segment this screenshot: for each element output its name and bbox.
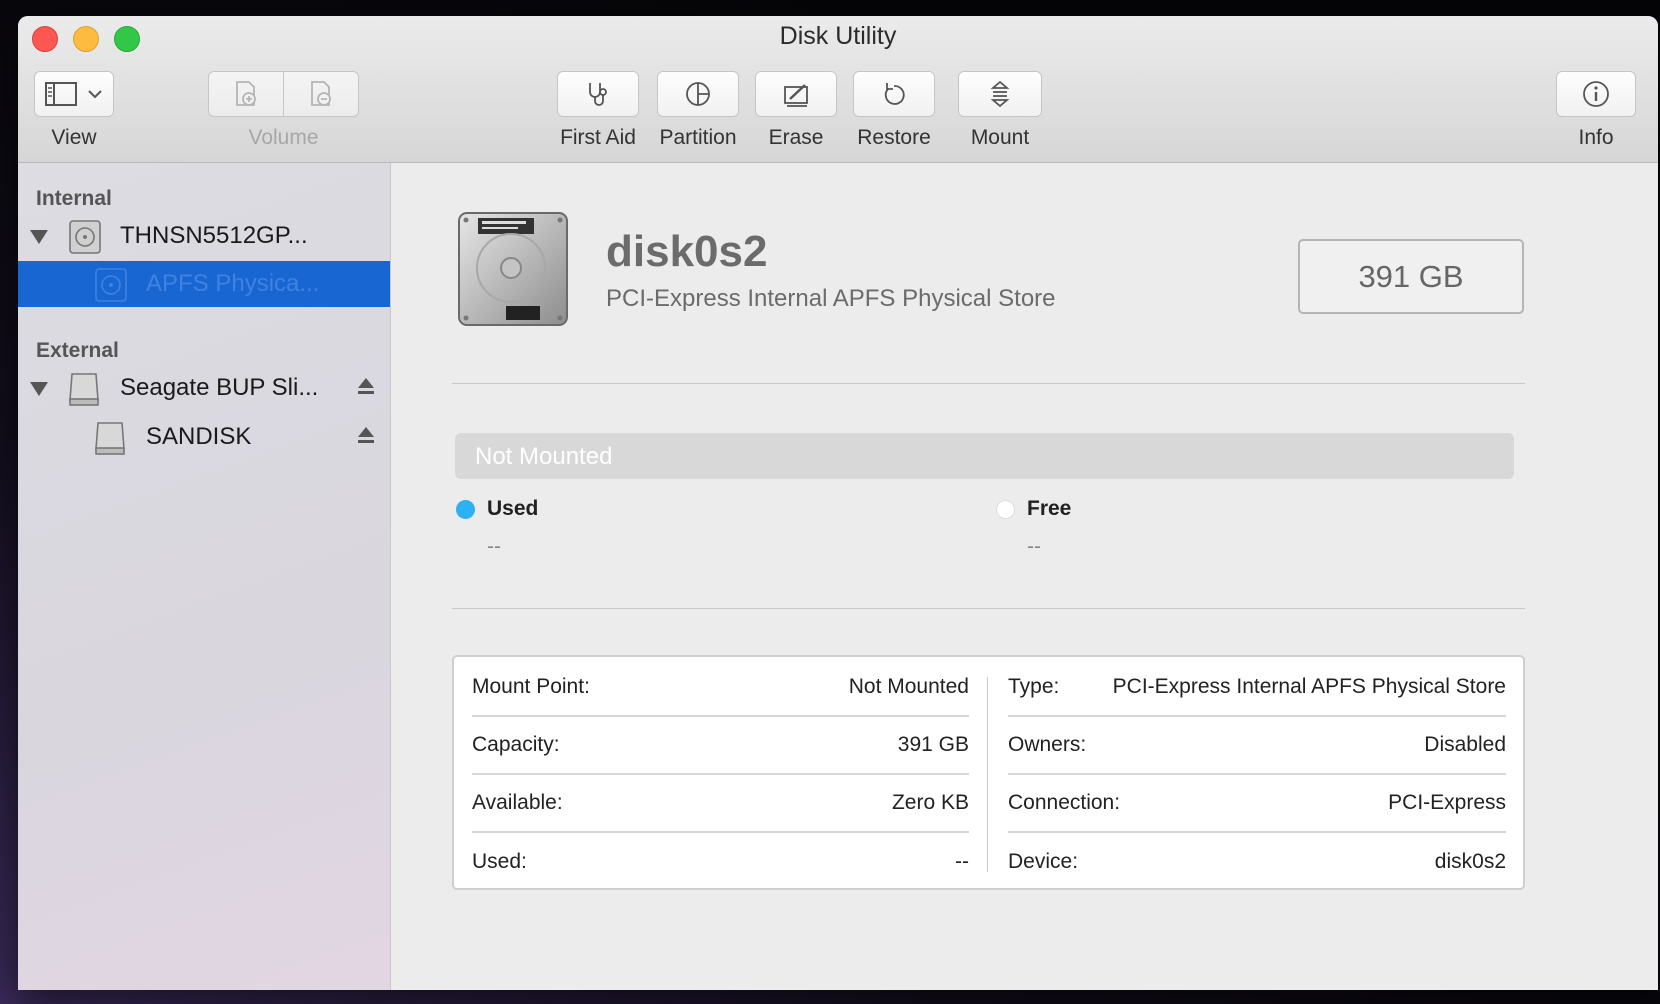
info-value: 391 GB bbox=[897, 733, 969, 756]
sidebar-item-apfs-store[interactable]: APFS Physica... bbox=[18, 261, 390, 307]
info-value: Zero KB bbox=[891, 791, 969, 814]
eraser-pencil-icon bbox=[784, 84, 808, 107]
window-title: Disk Utility bbox=[779, 22, 897, 50]
sidebar-item-seagate[interactable]: Seagate BUP Sli... bbox=[18, 365, 390, 411]
detail-pane: disk0s2 PCI-Express Internal APFS Physic… bbox=[392, 163, 1658, 990]
sidebar-toggle-icon bbox=[45, 82, 77, 106]
sidebar-item-label: SANDISK bbox=[146, 423, 252, 450]
sidebar-item-label: Seagate BUP Sli... bbox=[120, 374, 319, 401]
restore-button[interactable] bbox=[853, 71, 935, 117]
add-volume-button[interactable] bbox=[208, 71, 284, 117]
info-column-right: Type: PCI-Express Internal APFS Physical… bbox=[1008, 657, 1506, 888]
disk-description: PCI-Express Internal APFS Physical Store bbox=[606, 285, 1056, 312]
internal-hdd-icon bbox=[95, 268, 127, 302]
pie-partition-icon bbox=[686, 82, 710, 106]
disk-utility-window: Disk Utility View Volume First Aid Parti… bbox=[18, 16, 1658, 990]
eject-icon[interactable] bbox=[356, 425, 376, 445]
info-value: PCI-Express Internal APFS Physical Store bbox=[1112, 675, 1506, 698]
toolbar: Disk Utility View Volume First Aid Parti… bbox=[18, 16, 1658, 163]
external-section-header: External bbox=[36, 339, 119, 362]
info-row: Capacity: 391 GB bbox=[472, 717, 969, 775]
info-row: Device: disk0s2 bbox=[1008, 833, 1506, 891]
free-legend-label: Free bbox=[1027, 497, 1072, 520]
view-button[interactable] bbox=[34, 71, 114, 117]
add-volume-icon bbox=[236, 81, 256, 106]
used-legend-swatch bbox=[456, 500, 475, 519]
disclosure-triangle[interactable] bbox=[30, 230, 48, 244]
sidebar-item-label: APFS Physica... bbox=[146, 270, 320, 297]
external-disk-icon bbox=[95, 422, 125, 455]
mount-icon bbox=[990, 80, 1010, 108]
view-label: View bbox=[51, 126, 97, 149]
sidebar: Internal THNSN5512GP... APFS Physica... … bbox=[18, 163, 391, 990]
info-value: disk0s2 bbox=[1434, 850, 1506, 873]
usage-bar: Not Mounted bbox=[455, 433, 1514, 479]
info-row: Available: Zero KB bbox=[472, 775, 969, 833]
info-column-left: Mount Point: Not Mounted Capacity: 391 G… bbox=[472, 657, 969, 888]
used-legend-value: -- bbox=[487, 535, 501, 558]
hard-drive-icon bbox=[458, 212, 568, 326]
disk-name: disk0s2 bbox=[606, 227, 768, 276]
internal-section-header: Internal bbox=[36, 187, 112, 210]
info-label: Owners: bbox=[1008, 733, 1087, 756]
info-label: Type: bbox=[1008, 675, 1060, 698]
sidebar-item-internal-disk[interactable]: THNSN5512GP... bbox=[18, 213, 390, 259]
sidebar-item-sandisk[interactable]: SANDISK bbox=[18, 414, 390, 460]
remove-volume-icon bbox=[311, 81, 331, 106]
partition-button[interactable] bbox=[657, 71, 739, 117]
info-value: PCI-Express bbox=[1388, 791, 1506, 814]
info-label: Connection: bbox=[1008, 791, 1121, 814]
internal-hdd-icon bbox=[69, 220, 101, 254]
info-row: Type: PCI-Express Internal APFS Physical… bbox=[1008, 659, 1506, 717]
disclosure-triangle[interactable] bbox=[30, 382, 48, 396]
disk-size-badge: 391 GB bbox=[1298, 239, 1524, 314]
info-row: Connection: PCI-Express bbox=[1008, 775, 1506, 833]
mount-label: Mount bbox=[970, 126, 1030, 149]
first-aid-button[interactable] bbox=[557, 71, 639, 117]
info-value: Not Mounted bbox=[848, 675, 969, 698]
free-legend-swatch bbox=[996, 500, 1015, 519]
info-value: -- bbox=[955, 850, 969, 873]
external-disk-icon bbox=[69, 373, 99, 406]
info-label: Used: bbox=[472, 850, 527, 873]
info-label: Available: bbox=[472, 791, 563, 814]
restore-label: Restore bbox=[857, 126, 931, 149]
info-button[interactable] bbox=[1556, 71, 1636, 117]
divider bbox=[452, 383, 1525, 384]
restore-arrow-icon bbox=[884, 83, 905, 105]
stethoscope-icon bbox=[589, 83, 607, 106]
partition-label: Partition bbox=[659, 126, 737, 149]
free-legend-value: -- bbox=[1027, 535, 1041, 558]
erase-label: Erase bbox=[768, 126, 824, 149]
info-value: Disabled bbox=[1424, 733, 1506, 756]
info-column-divider bbox=[987, 677, 988, 872]
chevron-down-icon bbox=[88, 90, 102, 99]
info-label: Mount Point: bbox=[472, 675, 590, 698]
disk-info-table: Mount Point: Not Mounted Capacity: 391 G… bbox=[452, 655, 1525, 890]
sidebar-item-label: THNSN5512GP... bbox=[120, 222, 308, 249]
info-row: Mount Point: Not Mounted bbox=[472, 659, 969, 717]
info-label: Capacity: bbox=[472, 733, 560, 756]
divider bbox=[452, 608, 1525, 609]
used-legend-label: Used bbox=[487, 497, 539, 520]
info-row: Owners: Disabled bbox=[1008, 717, 1506, 775]
info-label: Device: bbox=[1008, 850, 1079, 873]
volume-label: Volume bbox=[248, 126, 319, 149]
info-label: Info bbox=[1578, 126, 1614, 149]
remove-volume-button[interactable] bbox=[283, 71, 359, 117]
first-aid-label: First Aid bbox=[560, 126, 636, 149]
erase-button[interactable] bbox=[755, 71, 837, 117]
eject-icon[interactable] bbox=[356, 376, 376, 396]
info-icon bbox=[1583, 81, 1609, 107]
mount-button[interactable] bbox=[958, 71, 1042, 117]
info-row: Used: -- bbox=[472, 833, 969, 891]
